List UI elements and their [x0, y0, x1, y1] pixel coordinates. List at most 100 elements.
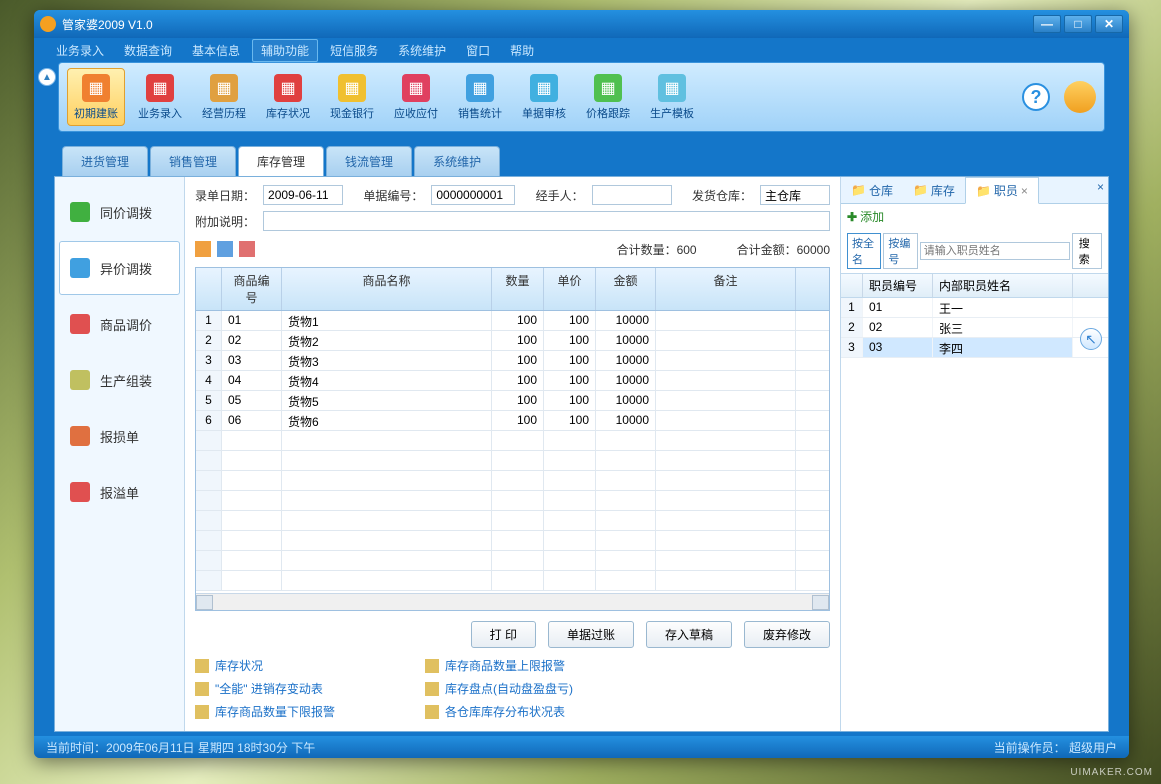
menu-数据查询[interactable]: 数据查询 [116, 40, 180, 61]
menu-业务录入[interactable]: 业务录入 [48, 40, 112, 61]
toolbtn-业务录入[interactable]: ▦业务录入 [131, 68, 189, 126]
table-row[interactable] [196, 431, 829, 451]
link[interactable]: 库存状况 [215, 657, 263, 674]
col-数量[interactable]: 数量 [492, 268, 544, 310]
action-存入草稿[interactable]: 存入草稿 [646, 621, 732, 648]
collapse-toolbar-button[interactable]: ▲ [38, 68, 56, 86]
filter-by-name[interactable]: 按全名 [847, 233, 881, 269]
grid-icon[interactable] [195, 241, 211, 257]
date-input[interactable] [263, 185, 343, 205]
menu-短信服务[interactable]: 短信服务 [322, 40, 386, 61]
col-商品编号[interactable]: 商品编号 [222, 268, 282, 310]
table-row[interactable] [196, 451, 829, 471]
rp-col-职员编号[interactable]: 职员编号 [863, 274, 933, 297]
main-panel: 录单日期： 单据编号： 经手人： 发货仓库： 附加说明： [185, 177, 840, 731]
link-icon [425, 705, 439, 719]
table-row[interactable] [196, 571, 829, 591]
menu-帮助[interactable]: 帮助 [502, 40, 542, 61]
building-icon[interactable] [217, 241, 233, 257]
toolbtn-单据审核[interactable]: ▦单据审核 [515, 68, 573, 126]
link[interactable]: 库存商品数量下限报警 [215, 703, 335, 720]
table-row[interactable]: 606货物610010010000 [196, 411, 829, 431]
link[interactable]: 各仓库库存分布状况表 [445, 703, 565, 720]
person-icon[interactable] [239, 241, 255, 257]
rp-col-内部职员姓名[interactable]: 内部职员姓名 [933, 274, 1073, 297]
menu-基本信息[interactable]: 基本信息 [184, 40, 248, 61]
menu-系统维护[interactable]: 系统维护 [390, 40, 454, 61]
note-input[interactable] [263, 211, 830, 231]
sidenav-报溢单[interactable]: 报溢单 [59, 465, 180, 519]
sidenav-生产组装[interactable]: 生产组装 [59, 353, 180, 407]
tab-系统维护[interactable]: 系统维护 [414, 146, 500, 176]
tab-销售管理[interactable]: 销售管理 [150, 146, 236, 176]
right-panel: 📁仓库📁库存📁职员 × × ✚ 添加 按全名 按编号 搜索 职员编号内部职员姓名… [840, 177, 1108, 731]
table-row[interactable]: 404货物410010010000 [196, 371, 829, 391]
table-row[interactable]: 303货物310010010000 [196, 351, 829, 371]
table-row[interactable] [196, 471, 829, 491]
table-row[interactable]: 505货物510010010000 [196, 391, 829, 411]
rp-col-idx[interactable] [841, 274, 863, 297]
table-row[interactable] [196, 531, 829, 551]
warehouse-input[interactable] [760, 185, 830, 205]
toolbtn-价格跟踪[interactable]: ▦价格跟踪 [579, 68, 637, 126]
table-row[interactable] [196, 511, 829, 531]
sidenav-同价调拨[interactable]: 同价调拨 [59, 185, 180, 239]
rp-tab-仓库[interactable]: 📁仓库 [841, 177, 903, 203]
col-金额[interactable]: 金额 [596, 268, 656, 310]
docno-input[interactable] [431, 185, 515, 205]
minimize-button[interactable]: — [1033, 15, 1061, 33]
panel-close-icon[interactable]: × [1097, 180, 1104, 194]
tab-库存管理[interactable]: 库存管理 [238, 146, 324, 176]
col-index[interactable] [196, 268, 222, 310]
close-button[interactable]: ✕ [1095, 15, 1123, 33]
col-商品名称[interactable]: 商品名称 [282, 268, 492, 310]
sidenav-商品调价[interactable]: 商品调价 [59, 297, 180, 351]
rp-row[interactable]: 101王一 [841, 298, 1108, 318]
status-time: 2009年06月11日 星期四 18时30分 下午 [106, 739, 315, 756]
rp-tab-库存[interactable]: 📁库存 [903, 177, 965, 203]
sidenav-报损单[interactable]: 报损单 [59, 409, 180, 463]
tab-钱流管理[interactable]: 钱流管理 [326, 146, 412, 176]
right-grid[interactable]: 职员编号内部职员姓名 101王一202张三303李四 ↖ [841, 273, 1108, 731]
note-label: 附加说明： [195, 213, 255, 230]
rp-tab-职员[interactable]: 📁职员 × [965, 177, 1039, 204]
link-item: 各仓库库存分布状况表 [425, 700, 615, 723]
toolbtn-现金银行[interactable]: ▦现金银行 [323, 68, 381, 126]
toolbtn-应收应付[interactable]: ▦应收应付 [387, 68, 445, 126]
table-row[interactable]: 101货物110010010000 [196, 311, 829, 331]
tab-进货管理[interactable]: 进货管理 [62, 146, 148, 176]
tab-close-icon[interactable]: × [1021, 184, 1028, 198]
toolbtn-库存状况[interactable]: ▦库存状况 [259, 68, 317, 126]
sidenav-异价调拨[interactable]: 异价调拨 [59, 241, 180, 295]
search-button[interactable]: 搜索 [1072, 233, 1102, 269]
table-row[interactable]: 202货物210010010000 [196, 331, 829, 351]
action-打印[interactable]: 打 印 [471, 621, 536, 648]
menu-窗口[interactable]: 窗口 [458, 40, 498, 61]
maximize-button[interactable]: □ [1064, 15, 1092, 33]
toolbtn-初期建账[interactable]: ▦初期建账 [67, 68, 125, 126]
table-row[interactable] [196, 491, 829, 511]
toolbtn-生产模板[interactable]: ▦生产模板 [643, 68, 701, 126]
search-input[interactable] [920, 242, 1070, 260]
add-button[interactable]: ✚ 添加 [847, 208, 884, 225]
rp-row[interactable]: 303李四 [841, 338, 1108, 358]
toolbtn-经营历程[interactable]: ▦经营历程 [195, 68, 253, 126]
col-单价[interactable]: 单价 [544, 268, 596, 310]
rp-row[interactable]: 202张三 [841, 318, 1108, 338]
col-备注[interactable]: 备注 [656, 268, 796, 310]
link[interactable]: 库存盘点(自动盘盈盘亏) [445, 680, 573, 697]
grid-body[interactable]: 101货物110010010000202货物210010010000303货物3… [196, 311, 829, 593]
action-废弃修改[interactable]: 废弃修改 [744, 621, 830, 648]
filter-by-code[interactable]: 按编号 [883, 233, 917, 269]
table-row[interactable] [196, 551, 829, 571]
grid-hscrollbar[interactable] [196, 593, 829, 610]
toolbtn-销售统计[interactable]: ▦销售统计 [451, 68, 509, 126]
help-button[interactable]: ? [1022, 83, 1050, 111]
menu-辅助功能[interactable]: 辅助功能 [252, 39, 318, 62]
handler-input[interactable] [592, 185, 672, 205]
link[interactable]: "全能" 进销存变动表 [215, 680, 323, 697]
link[interactable]: 库存商品数量上限报警 [445, 657, 565, 674]
browser-icon[interactable] [1064, 81, 1096, 113]
action-单据过账[interactable]: 单据过账 [548, 621, 634, 648]
assign-arrow-icon[interactable]: ↖ [1080, 328, 1102, 350]
